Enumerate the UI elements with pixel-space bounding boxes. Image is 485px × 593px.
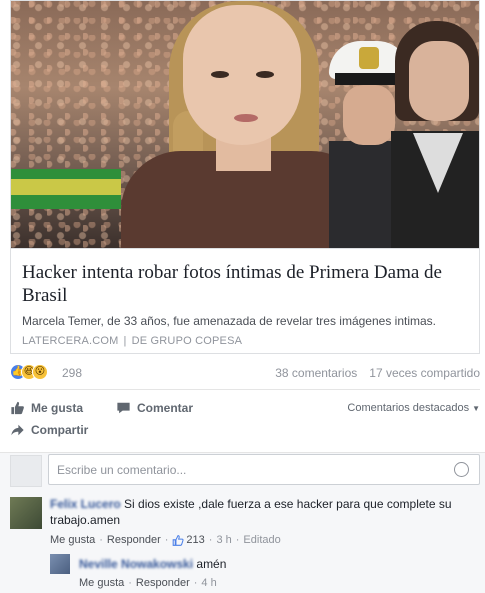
link-preview-text[interactable]: Hacker intenta robar fotos íntimas de Pr… <box>11 248 479 347</box>
post-actions: Me gusta Comentar Comentarios destacados… <box>10 398 480 444</box>
reply-content: Neville Nowakowski amén Me gusta · Respond… <box>79 556 479 589</box>
reaction-count[interactable]: 298 <box>62 366 82 380</box>
reply-like-link[interactable]: Me gusta <box>79 577 124 589</box>
thumbs-up-icon <box>11 401 24 415</box>
photo-officer-face <box>343 85 395 145</box>
comment-reply-link[interactable]: Responder <box>107 534 161 546</box>
comment-author[interactable]: Felix Lucero <box>50 497 121 511</box>
reactions-divider <box>10 389 480 390</box>
comment-item: Felix Lucero Si dios existe ,dale fuerza… <box>0 487 485 552</box>
link-preview-card[interactable]: Hacker intenta robar fotos íntimas de Pr… <box>10 0 480 354</box>
share-button[interactable]: Compartir <box>10 423 88 437</box>
avatar <box>10 455 42 487</box>
thumbs-up-icon <box>173 534 184 546</box>
chevron-down-icon: ▼ <box>472 404 480 413</box>
comment-body: Felix Lucero Si dios existe ,dale fuerza… <box>50 496 470 528</box>
comment-edited-label[interactable]: Editado <box>243 534 280 546</box>
avatar[interactable] <box>10 497 42 529</box>
source-publisher: DE GRUPO COPESA <box>131 335 243 347</box>
comment-composer: Escribe un comentario... <box>0 452 485 487</box>
reply-author[interactable]: Neville Nowakowski <box>79 557 193 571</box>
like-button-label: Me gusta <box>31 401 84 415</box>
photo-officer-cap-badge <box>359 47 379 69</box>
comment-button[interactable]: Comentar <box>116 401 193 415</box>
wow-icon: 😮 <box>32 364 48 380</box>
avatar[interactable] <box>50 554 70 574</box>
comment-like-count[interactable]: 213 <box>186 534 204 546</box>
photo-eye-left <box>211 71 229 78</box>
photo-aide-face <box>409 41 469 121</box>
reaction-icons[interactable]: 👍 😆 😮 <box>10 364 48 380</box>
like-button[interactable]: Me gusta <box>10 401 83 415</box>
article-headline[interactable]: Hacker intenta robar fotos íntimas de Pr… <box>22 261 468 307</box>
photo-lips <box>234 114 258 122</box>
photo-aide <box>391 21 479 248</box>
share-icon <box>11 424 24 436</box>
shares-count-link[interactable]: 17 veces compartido <box>369 366 480 380</box>
emoji-icon[interactable] <box>454 462 469 477</box>
comment-input[interactable]: Escribe un comentario... <box>48 454 480 485</box>
photo-flag-yellow <box>11 179 121 195</box>
comments-count-link[interactable]: 38 comentarios <box>275 366 357 380</box>
share-button-label: Compartir <box>31 423 89 437</box>
reply-meta: Me gusta · Responder · 4 h <box>79 577 217 589</box>
source-separator: | <box>123 335 127 347</box>
comment-button-label: Comentar <box>137 401 194 415</box>
photo-face <box>183 5 301 145</box>
source-domain: LATERCERA.COM <box>22 335 119 347</box>
comment-timestamp[interactable]: 3 h <box>216 534 231 546</box>
comment-icon <box>117 402 130 414</box>
engagement-counts: 38 comentarios 17 veces compartido <box>275 366 480 380</box>
reply-body: Neville Nowakowski amén <box>79 556 479 572</box>
reply-reply-link[interactable]: Responder <box>136 577 190 589</box>
article-description: Marcela Temer, de 33 años, fue amenazada… <box>22 314 436 328</box>
comment-meta: Me gusta · Responder · 213 · 3 h · Editado <box>50 534 281 546</box>
comment-reply-item: Neville Nowakowski amén Me gusta · Respond… <box>0 552 485 593</box>
reply-text: amén <box>196 557 227 571</box>
article-photo[interactable] <box>11 1 479 248</box>
reply-timestamp[interactable]: 4 h <box>201 577 216 589</box>
comment-sort-label: Comentarios destacados <box>347 402 470 414</box>
comment-content: Felix Lucero Si dios existe ,dale fuerza… <box>50 496 470 546</box>
article-source: LATERCERA.COM | DE GRUPO COPESA <box>22 335 468 347</box>
reactions-summary: 👍 😆 😮 298 38 comentarios 17 veces compart… <box>10 362 480 382</box>
photo-eye-right <box>256 71 274 78</box>
comment-sort-dropdown[interactable]: Comentarios destacados ▼ <box>347 402 480 414</box>
comment-like-link[interactable]: Me gusta <box>50 534 95 546</box>
